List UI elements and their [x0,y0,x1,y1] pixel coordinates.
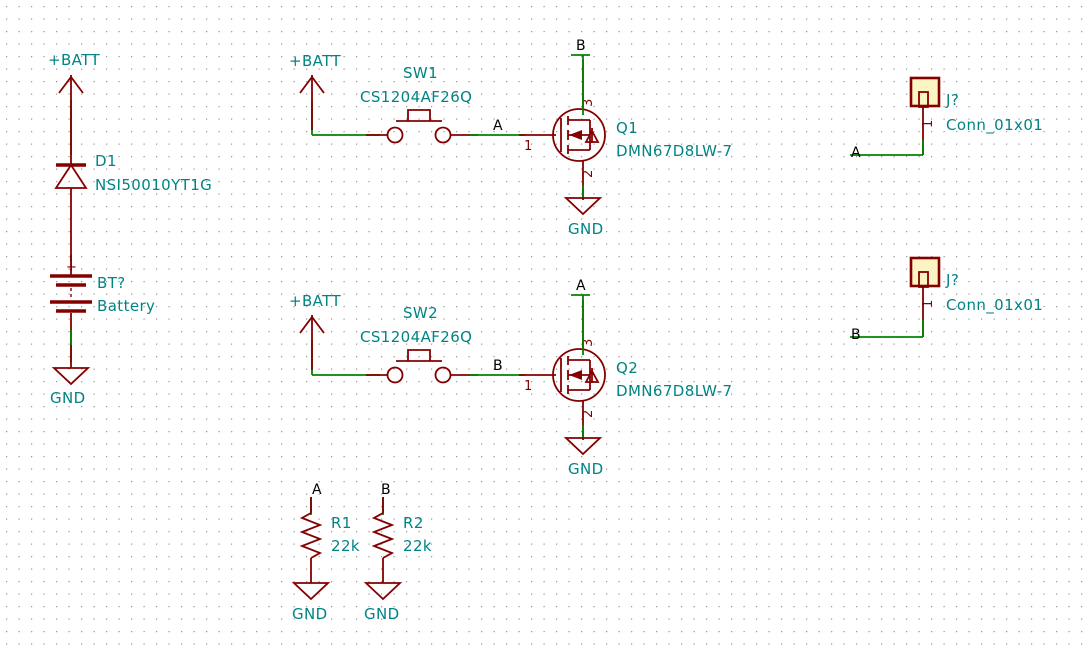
power-label-gnd-battery: GND [50,389,86,407]
bt-value: Battery [97,297,155,315]
symbol-j2-connector[interactable]: 1 [909,256,941,337]
net-label-b-sw2[interactable]: B [493,358,503,374]
q1-value: DMN67D8LW-7 [616,142,732,160]
j1-value: Conn_01x01 [946,116,1043,135]
branch-sw1-q1: +BATT SW1 CS1204AF26Q A 1 3 2 Q1 DMN67D8… [289,38,732,238]
net-label-b-r2[interactable]: B [381,482,391,498]
net-label-a-j1[interactable]: A [851,145,861,161]
symbol-d1-diode[interactable] [54,130,88,262]
symbol-j1-connector[interactable]: 1 [909,76,941,155]
symbol-q1-mosfet[interactable] [519,60,606,200]
power-label-gnd-q1: GND [568,220,604,238]
symbol-q2-mosfet[interactable] [519,300,606,440]
branch-sw2-q2: +BATT SW2 CS1204AF26Q B 1 3 2 Q2 DMN67D8… [289,278,732,478]
j1-reference: J? [945,91,959,109]
q2-source-pin-number: 2 [581,409,596,418]
d1-reference: D1 [95,152,117,170]
symbol-sw2-pushbutton[interactable] [366,349,478,384]
sw1-value: CS1204AF26Q [360,88,472,106]
q1-source-pin-number: 2 [581,169,596,178]
power-symbol-gnd-battery[interactable] [51,330,91,386]
j2-value: Conn_01x01 [946,296,1043,315]
q1-reference: Q1 [616,119,638,137]
q1-gate-pin-number: 1 [524,139,533,154]
sw2-reference: SW2 [403,304,438,322]
power-label-batt-3: +BATT [289,292,341,310]
q2-reference: Q2 [616,359,638,377]
r2-value: 22k [403,537,432,555]
symbol-r2-resistor[interactable] [371,497,395,583]
j2-reference: J? [945,271,959,289]
q2-gate-pin-number: 1 [524,379,533,394]
power-label-gnd-r2: GND [364,605,400,623]
power-symbol-gnd-r2[interactable] [363,582,403,601]
symbol-sw1-pushbutton[interactable] [366,109,478,144]
schematic-canvas[interactable]: +BATT D1 NSI50010YT1G + BT? Battery GND … [0,0,1092,648]
sw1-reference: SW1 [403,64,438,82]
branch-battery-diode: +BATT D1 NSI50010YT1G + BT? Battery GND [48,51,212,407]
net-label-a-sw1[interactable]: A [493,118,503,134]
net-label-b-q1[interactable]: B [576,38,586,54]
power-label-batt-1: +BATT [48,51,100,69]
power-label-batt-2: +BATT [289,52,341,70]
net-label-b-j2[interactable]: B [851,327,861,343]
d1-value: NSI50010YT1G [95,176,212,194]
q2-value: DMN67D8LW-7 [616,382,732,400]
battery-plus-marker: + [66,260,77,275]
power-symbol-gnd-r1[interactable] [291,582,331,601]
net-label-a-r1[interactable]: A [312,482,322,498]
symbol-r1-resistor[interactable] [299,497,323,583]
j1-pin-number: 1 [921,119,936,128]
r2-reference: R2 [403,514,424,532]
branch-pulldown-resistors: A R1 22k GND B R2 22k GND [291,482,432,623]
net-label-a-q2[interactable]: A [576,278,586,294]
j2-pin-number: 1 [921,299,936,308]
power-label-gnd-q2: GND [568,460,604,478]
bt-reference: BT? [97,274,126,292]
power-label-gnd-r1: GND [292,605,328,623]
r1-reference: R1 [331,514,352,532]
sw2-value: CS1204AF26Q [360,328,472,346]
r1-value: 22k [331,537,360,555]
